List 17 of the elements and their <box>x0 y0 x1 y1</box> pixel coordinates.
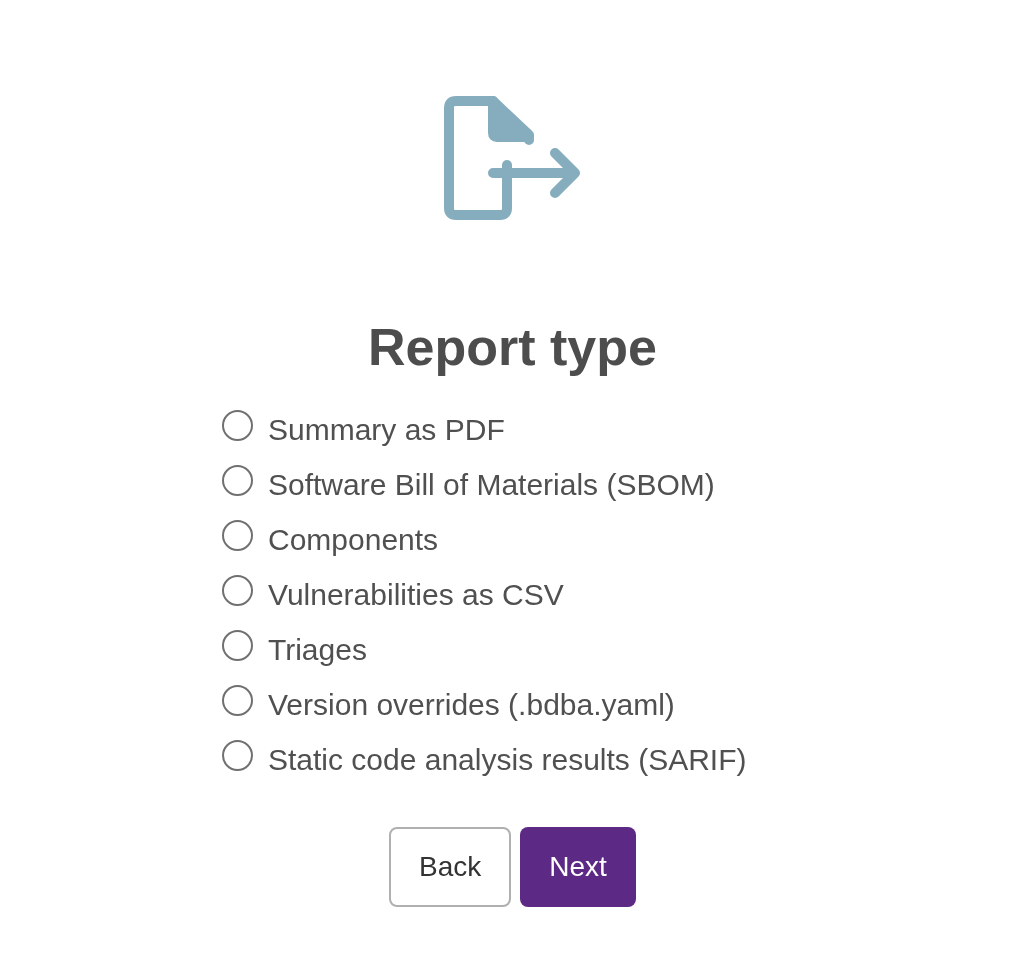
radio-button[interactable] <box>222 519 253 551</box>
option-label[interactable]: Version overrides (.bdba.yaml) <box>268 690 675 720</box>
option-label[interactable]: Vulnerabilities as CSV <box>268 580 564 610</box>
radio-button[interactable] <box>222 409 253 441</box>
next-button[interactable]: Next <box>520 827 636 907</box>
radio-button[interactable] <box>222 464 253 496</box>
radio-button[interactable] <box>222 629 253 661</box>
option-label[interactable]: Software Bill of Materials (SBOM) <box>268 470 715 500</box>
option-label[interactable]: Components <box>268 525 439 555</box>
file-export-icon <box>442 95 583 221</box>
radio-button[interactable] <box>222 684 253 716</box>
option-label[interactable]: Static code analysis results (SARIF) <box>268 745 747 775</box>
radio-button[interactable] <box>222 574 253 606</box>
option-label[interactable]: Summary as PDF <box>268 415 505 445</box>
back-button[interactable]: Back <box>389 827 512 907</box>
option-label[interactable]: Triages <box>268 635 367 665</box>
radio-button[interactable] <box>222 739 253 771</box>
